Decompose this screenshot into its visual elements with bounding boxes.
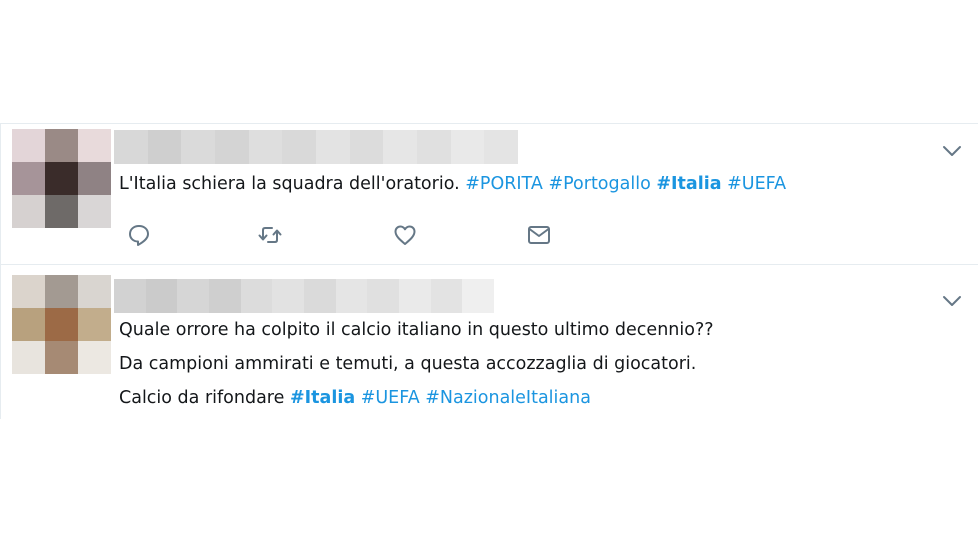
hashtag-link[interactable]: #Italia: [656, 174, 721, 194]
retweet-icon[interactable]: [256, 221, 284, 249]
tweet-actions: [125, 221, 565, 249]
avatar-pixel: [78, 308, 111, 341]
reply-icon[interactable]: [125, 221, 153, 249]
avatar-pixel: [45, 195, 78, 228]
avatar-pixel: [78, 275, 111, 308]
hashtag-link[interactable]: #Italia: [290, 388, 355, 408]
tweet-text: Quale orrore ha colpito il calcio italia…: [119, 313, 714, 415]
avatar-pixel: [12, 341, 45, 374]
avatar[interactable]: [12, 129, 111, 228]
avatar-pixel: [12, 275, 45, 308]
message-icon[interactable]: [525, 221, 553, 249]
user-name-blurred[interactable]: [114, 130, 519, 164]
avatar-pixel: [78, 195, 111, 228]
avatar-pixel: [45, 275, 78, 308]
avatar-pixel: [45, 162, 78, 195]
hashtag-link[interactable]: #UEFA: [361, 388, 420, 408]
tweet[interactable]: Quale orrore ha colpito il calcio italia…: [0, 264, 978, 419]
avatar-pixel: [12, 162, 45, 195]
tweet-feed: L'Italia schiera la squadra dell'oratori…: [0, 123, 978, 419]
tweet-line: Da campioni ammirati e temuti, a questa …: [119, 354, 697, 374]
avatar-pixel: [78, 341, 111, 374]
like-icon[interactable]: [391, 221, 419, 249]
tweet-body: Calcio da rifondare: [119, 388, 285, 408]
tweet-line: Calcio da rifondare #Italia #UEFA #Nazio…: [119, 381, 714, 415]
hashtag-link[interactable]: #Portogallo: [548, 174, 650, 194]
tweet-line: Quale orrore ha colpito il calcio italia…: [119, 320, 714, 340]
avatar-pixel: [45, 129, 78, 162]
hashtag-link[interactable]: #PORITA: [465, 174, 543, 194]
avatar-pixel: [12, 308, 45, 341]
avatar-pixel: [78, 129, 111, 162]
avatar-pixel: [12, 129, 45, 162]
avatar[interactable]: [12, 275, 111, 374]
user-name-blurred[interactable]: [114, 279, 495, 313]
avatar-pixel: [12, 195, 45, 228]
avatar-pixel: [45, 308, 78, 341]
chevron-down-icon[interactable]: [941, 140, 963, 162]
avatar-pixel: [78, 162, 111, 195]
tweet-text: L'Italia schiera la squadra dell'oratori…: [119, 167, 786, 201]
tweet-body: L'Italia schiera la squadra dell'oratori…: [119, 174, 460, 194]
tweet[interactable]: L'Italia schiera la squadra dell'oratori…: [0, 123, 978, 264]
avatar-pixel: [45, 341, 78, 374]
hashtag-link[interactable]: #UEFA: [727, 174, 786, 194]
chevron-down-icon[interactable]: [941, 290, 963, 312]
hashtag-link[interactable]: #NazionaleItaliana: [425, 388, 591, 408]
